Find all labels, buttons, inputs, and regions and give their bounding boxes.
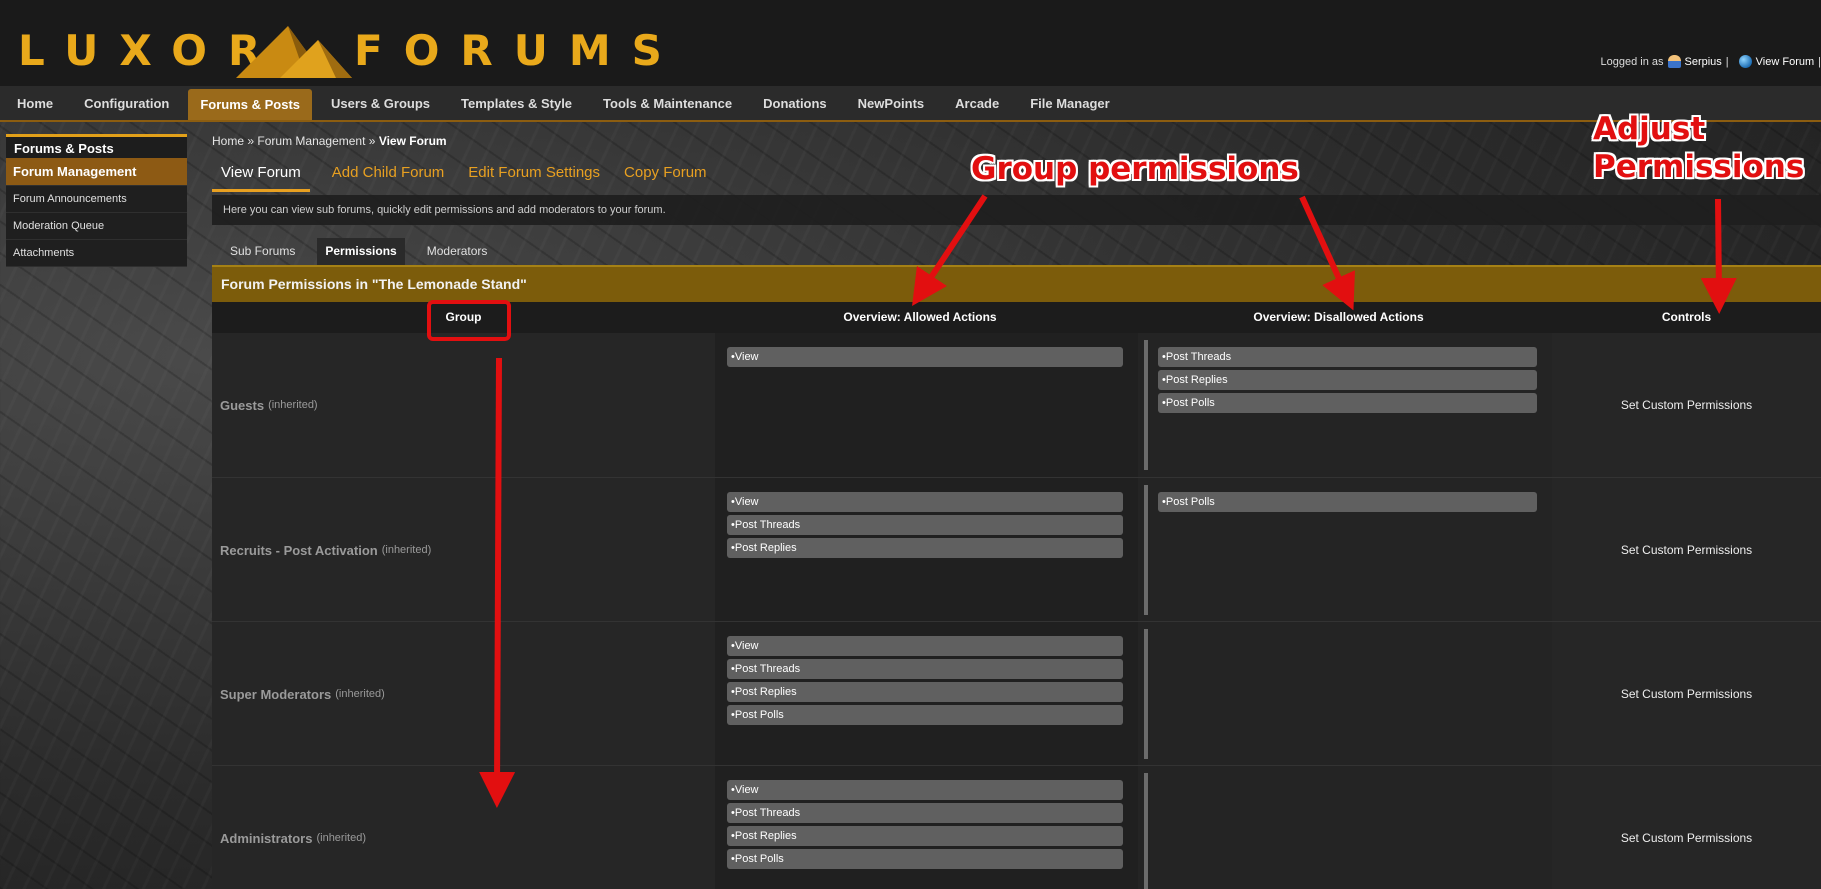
globe-icon [1738, 55, 1752, 68]
nav-users-groups[interactable]: Users & Groups [319, 86, 442, 120]
permission-chip: View [727, 780, 1123, 800]
permission-chip: Post Threads [727, 803, 1123, 823]
tab-add-child-forum[interactable]: Add Child Forum [330, 160, 447, 192]
set-custom-permissions-link[interactable]: Set Custom Permissions [1552, 478, 1821, 622]
group-cell: Administrators (inherited) [220, 766, 366, 889]
header-disallowed-actions: Overview: Disallowed Actions [1253, 310, 1424, 324]
inherited-note: (inherited) [381, 544, 432, 556]
header-controls: Controls [1661, 310, 1712, 324]
inherited-note: (inherited) [316, 832, 366, 844]
intro-text: Here you can view sub forums, quickly ed… [212, 195, 1821, 225]
permission-chip: Post Polls [1158, 492, 1537, 512]
forum-tabs: View Forum Add Child Forum Edit Forum Se… [212, 160, 709, 192]
permission-chip: Post Replies [727, 826, 1123, 846]
annotation-group-permissions: Group permissions [971, 151, 1299, 187]
permission-chip: View [727, 347, 1123, 367]
top-nav: Home Configuration Forums & Posts Users … [0, 86, 1821, 122]
logo-word-forums: FORUMS [354, 26, 683, 75]
group-cell: Guests (inherited) [220, 333, 318, 477]
nav-donations[interactable]: Donations [751, 86, 839, 120]
sidebar-item-forum-management[interactable]: Forum Management [6, 158, 187, 186]
allowed-actions-cell: View [715, 333, 1138, 477]
separator: | [1725, 55, 1729, 68]
permission-chip: Post Replies [727, 538, 1123, 558]
sidebar-item-moderation-queue[interactable]: Moderation Queue [6, 213, 187, 240]
disallowed-actions-cell [1138, 766, 1552, 889]
breadcrumb-separator: » [247, 134, 255, 148]
permission-chip: Post Polls [1158, 393, 1537, 413]
header-group: Group [445, 310, 482, 324]
table-row: Administrators (inherited) View Post Thr… [212, 765, 1821, 889]
sub-tabs: Sub Forums Permissions Moderators [222, 238, 495, 265]
tab-edit-forum-settings[interactable]: Edit Forum Settings [466, 160, 602, 192]
set-custom-permissions-link[interactable]: Set Custom Permissions [1552, 622, 1821, 766]
permission-chip: View [727, 492, 1123, 512]
group-cell: Super Moderators (inherited) [220, 622, 385, 766]
group-cell: Recruits - Post Activation (inherited) [220, 478, 431, 622]
panel-title: Forum Permissions in "The Lemonade Stand… [212, 265, 1821, 302]
nav-forums-posts[interactable]: Forums & Posts [188, 89, 313, 120]
permission-chip: View [727, 636, 1123, 656]
group-name: Guests [220, 397, 265, 413]
breadcrumb-home[interactable]: Home [212, 134, 244, 148]
permission-chip: Post Threads [727, 515, 1123, 535]
set-custom-permissions-link[interactable]: Set Custom Permissions [1552, 333, 1821, 477]
annotation-adjust-line2: Permissions [1593, 149, 1805, 185]
table-row: Guests (inherited) View Post Threads Pos… [212, 333, 1821, 477]
user-bar: Logged in as Serpius | View Forum | [1601, 55, 1821, 68]
sidebar-item-forum-announcements[interactable]: Forum Announcements [6, 186, 187, 213]
inherited-note: (inherited) [268, 399, 318, 411]
tab-view-forum[interactable]: View Forum [212, 160, 310, 192]
permission-chip: Post Polls [727, 849, 1123, 869]
tab-copy-forum[interactable]: Copy Forum [622, 160, 709, 192]
breadcrumb: Home » Forum Management » View Forum [212, 134, 447, 148]
subtab-permissions[interactable]: Permissions [317, 238, 405, 265]
set-custom-permissions-link[interactable]: Set Custom Permissions [1552, 766, 1821, 889]
table-row: Recruits - Post Activation (inherited) V… [212, 477, 1821, 622]
disallowed-actions-cell: Post Polls [1138, 478, 1552, 622]
permission-chip: Post Threads [727, 659, 1123, 679]
group-name: Administrators [220, 830, 313, 846]
breadcrumb-separator: » [368, 134, 376, 148]
subtab-moderators[interactable]: Moderators [419, 238, 496, 265]
sidebar-title: Forums & Posts [6, 134, 187, 158]
user-icon [1667, 55, 1681, 68]
table-header: Group Overview: Allowed Actions Overview… [212, 302, 1821, 333]
group-name: Super Moderators [220, 686, 332, 702]
nav-newpoints[interactable]: NewPoints [846, 86, 936, 120]
nav-configuration[interactable]: Configuration [72, 86, 181, 120]
disallowed-actions-cell [1138, 622, 1552, 766]
view-forum-link[interactable]: View Forum [1756, 56, 1814, 68]
permissions-panel: Forum Permissions in "The Lemonade Stand… [212, 265, 1821, 889]
subtab-sub-forums[interactable]: Sub Forums [222, 238, 303, 265]
permission-chip: Post Replies [727, 682, 1123, 702]
nav-home[interactable]: Home [5, 86, 65, 120]
nav-tools-maintenance[interactable]: Tools & Maintenance [591, 86, 744, 120]
header-allowed-actions: Overview: Allowed Actions [843, 310, 997, 324]
table-row: Super Moderators (inherited) View Post T… [212, 621, 1821, 766]
allowed-actions-cell: View Post Threads Post Replies Post Poll… [715, 622, 1138, 766]
allowed-actions-cell: View Post Threads Post Replies [715, 478, 1138, 622]
logged-in-label: Logged in as [1600, 55, 1664, 68]
nav-arcade[interactable]: Arcade [943, 86, 1011, 120]
nav-templates-style[interactable]: Templates & Style [449, 86, 584, 120]
disallowed-actions-cell: Post Threads Post Replies Post Polls [1138, 333, 1552, 477]
breadcrumb-forum-management[interactable]: Forum Management [257, 134, 365, 148]
breadcrumb-current: View Forum [378, 134, 447, 148]
nav-file-manager[interactable]: File Manager [1018, 86, 1121, 120]
permission-chip: Post Threads [1158, 347, 1537, 367]
sidebar-item-attachments[interactable]: Attachments [6, 240, 187, 267]
sidebar: Forums & Posts Forum Management Forum An… [6, 134, 187, 267]
allowed-actions-cell: View Post Threads Post Replies Post Poll… [715, 766, 1138, 889]
pyramid-logo-icon [236, 26, 352, 78]
permission-chip: Post Replies [1158, 370, 1537, 390]
username-link[interactable]: Serpius [1685, 56, 1722, 68]
group-name: Recruits - Post Activation [220, 542, 378, 558]
permission-chip: Post Polls [727, 705, 1123, 725]
inherited-note: (inherited) [335, 688, 385, 700]
header: LUXOR FORUMS Logged in as Serpius | View… [0, 0, 1821, 86]
